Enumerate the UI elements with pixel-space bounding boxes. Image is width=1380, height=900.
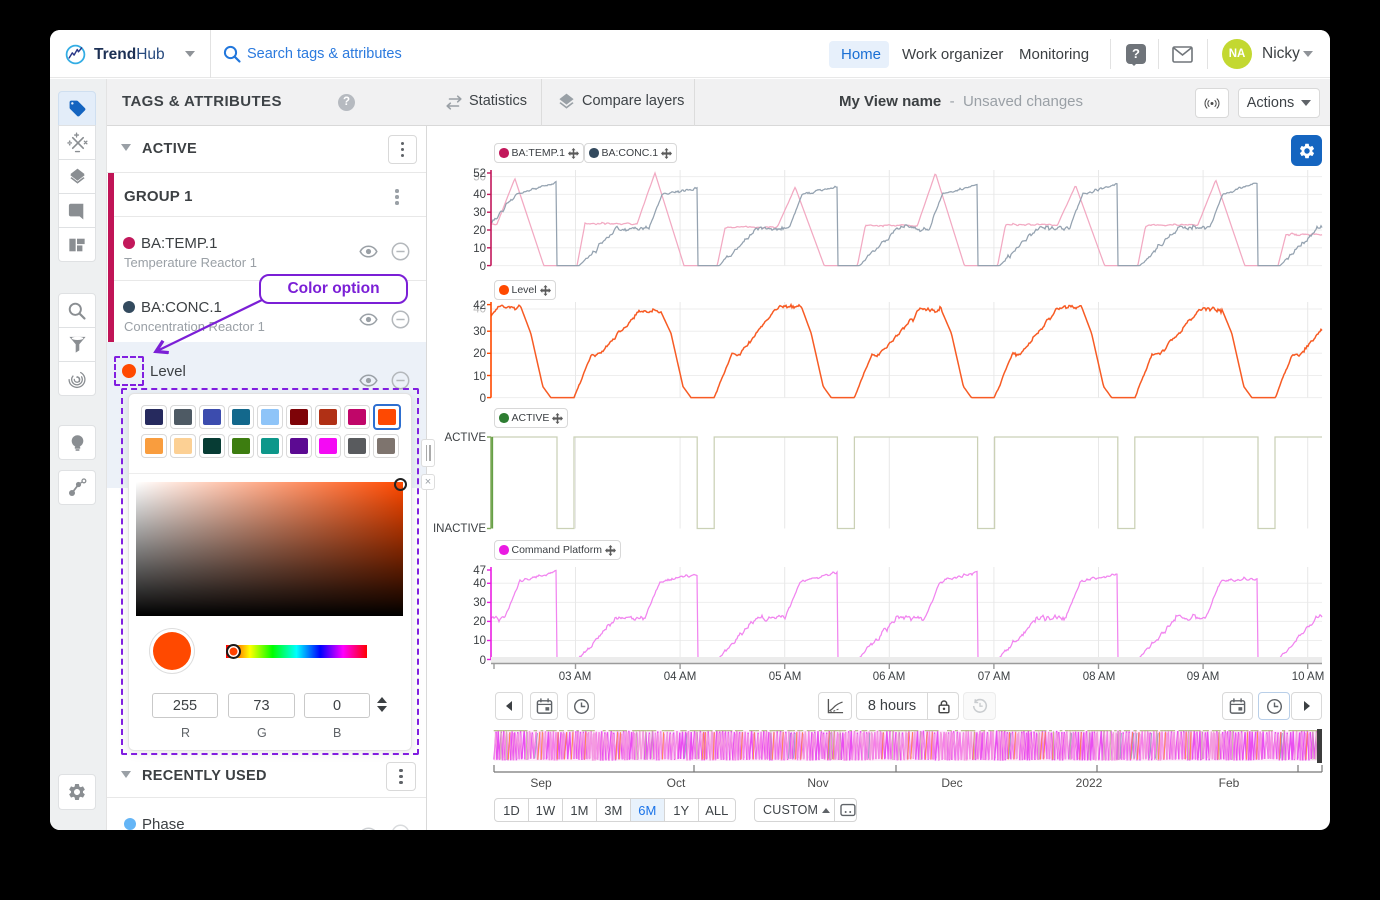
svg-text:40: 40	[473, 189, 486, 201]
svg-text:0: 0	[480, 261, 486, 273]
svg-text:0: 0	[480, 393, 486, 405]
svg-text:07 AM: 07 AM	[978, 671, 1011, 683]
svg-text:Sep: Sep	[530, 776, 552, 790]
svg-text:05 AM: 05 AM	[769, 671, 802, 683]
svg-text:Feb: Feb	[1219, 776, 1240, 790]
svg-text:2022: 2022	[1076, 776, 1103, 790]
svg-text:30: 30	[473, 326, 486, 338]
svg-text:08 AM: 08 AM	[1083, 671, 1116, 683]
svg-text:ACTIVE: ACTIVE	[444, 432, 486, 444]
svg-text:03 AM: 03 AM	[559, 671, 592, 683]
svg-text:10: 10	[473, 635, 486, 647]
svg-text:10 AM: 10 AM	[1292, 671, 1325, 683]
svg-text:Nov: Nov	[807, 776, 828, 790]
svg-text:30: 30	[473, 597, 486, 609]
svg-text:0: 0	[480, 655, 486, 667]
svg-text:40: 40	[473, 578, 486, 590]
svg-text:20: 20	[473, 225, 486, 237]
svg-text:47: 47	[473, 565, 486, 577]
svg-text:06 AM: 06 AM	[873, 671, 906, 683]
svg-text:10: 10	[473, 371, 486, 383]
svg-text:INACTIVE: INACTIVE	[433, 523, 486, 535]
svg-text:20: 20	[473, 348, 486, 360]
svg-text:04 AM: 04 AM	[664, 671, 697, 683]
svg-text:Dec: Dec	[941, 776, 962, 790]
svg-text:42: 42	[473, 300, 486, 312]
svg-text:52: 52	[473, 168, 486, 180]
svg-text:10: 10	[473, 243, 486, 255]
svg-text:20: 20	[473, 616, 486, 628]
svg-text:Oct: Oct	[667, 776, 686, 790]
svg-text:30: 30	[473, 207, 486, 219]
svg-text:09 AM: 09 AM	[1187, 671, 1220, 683]
